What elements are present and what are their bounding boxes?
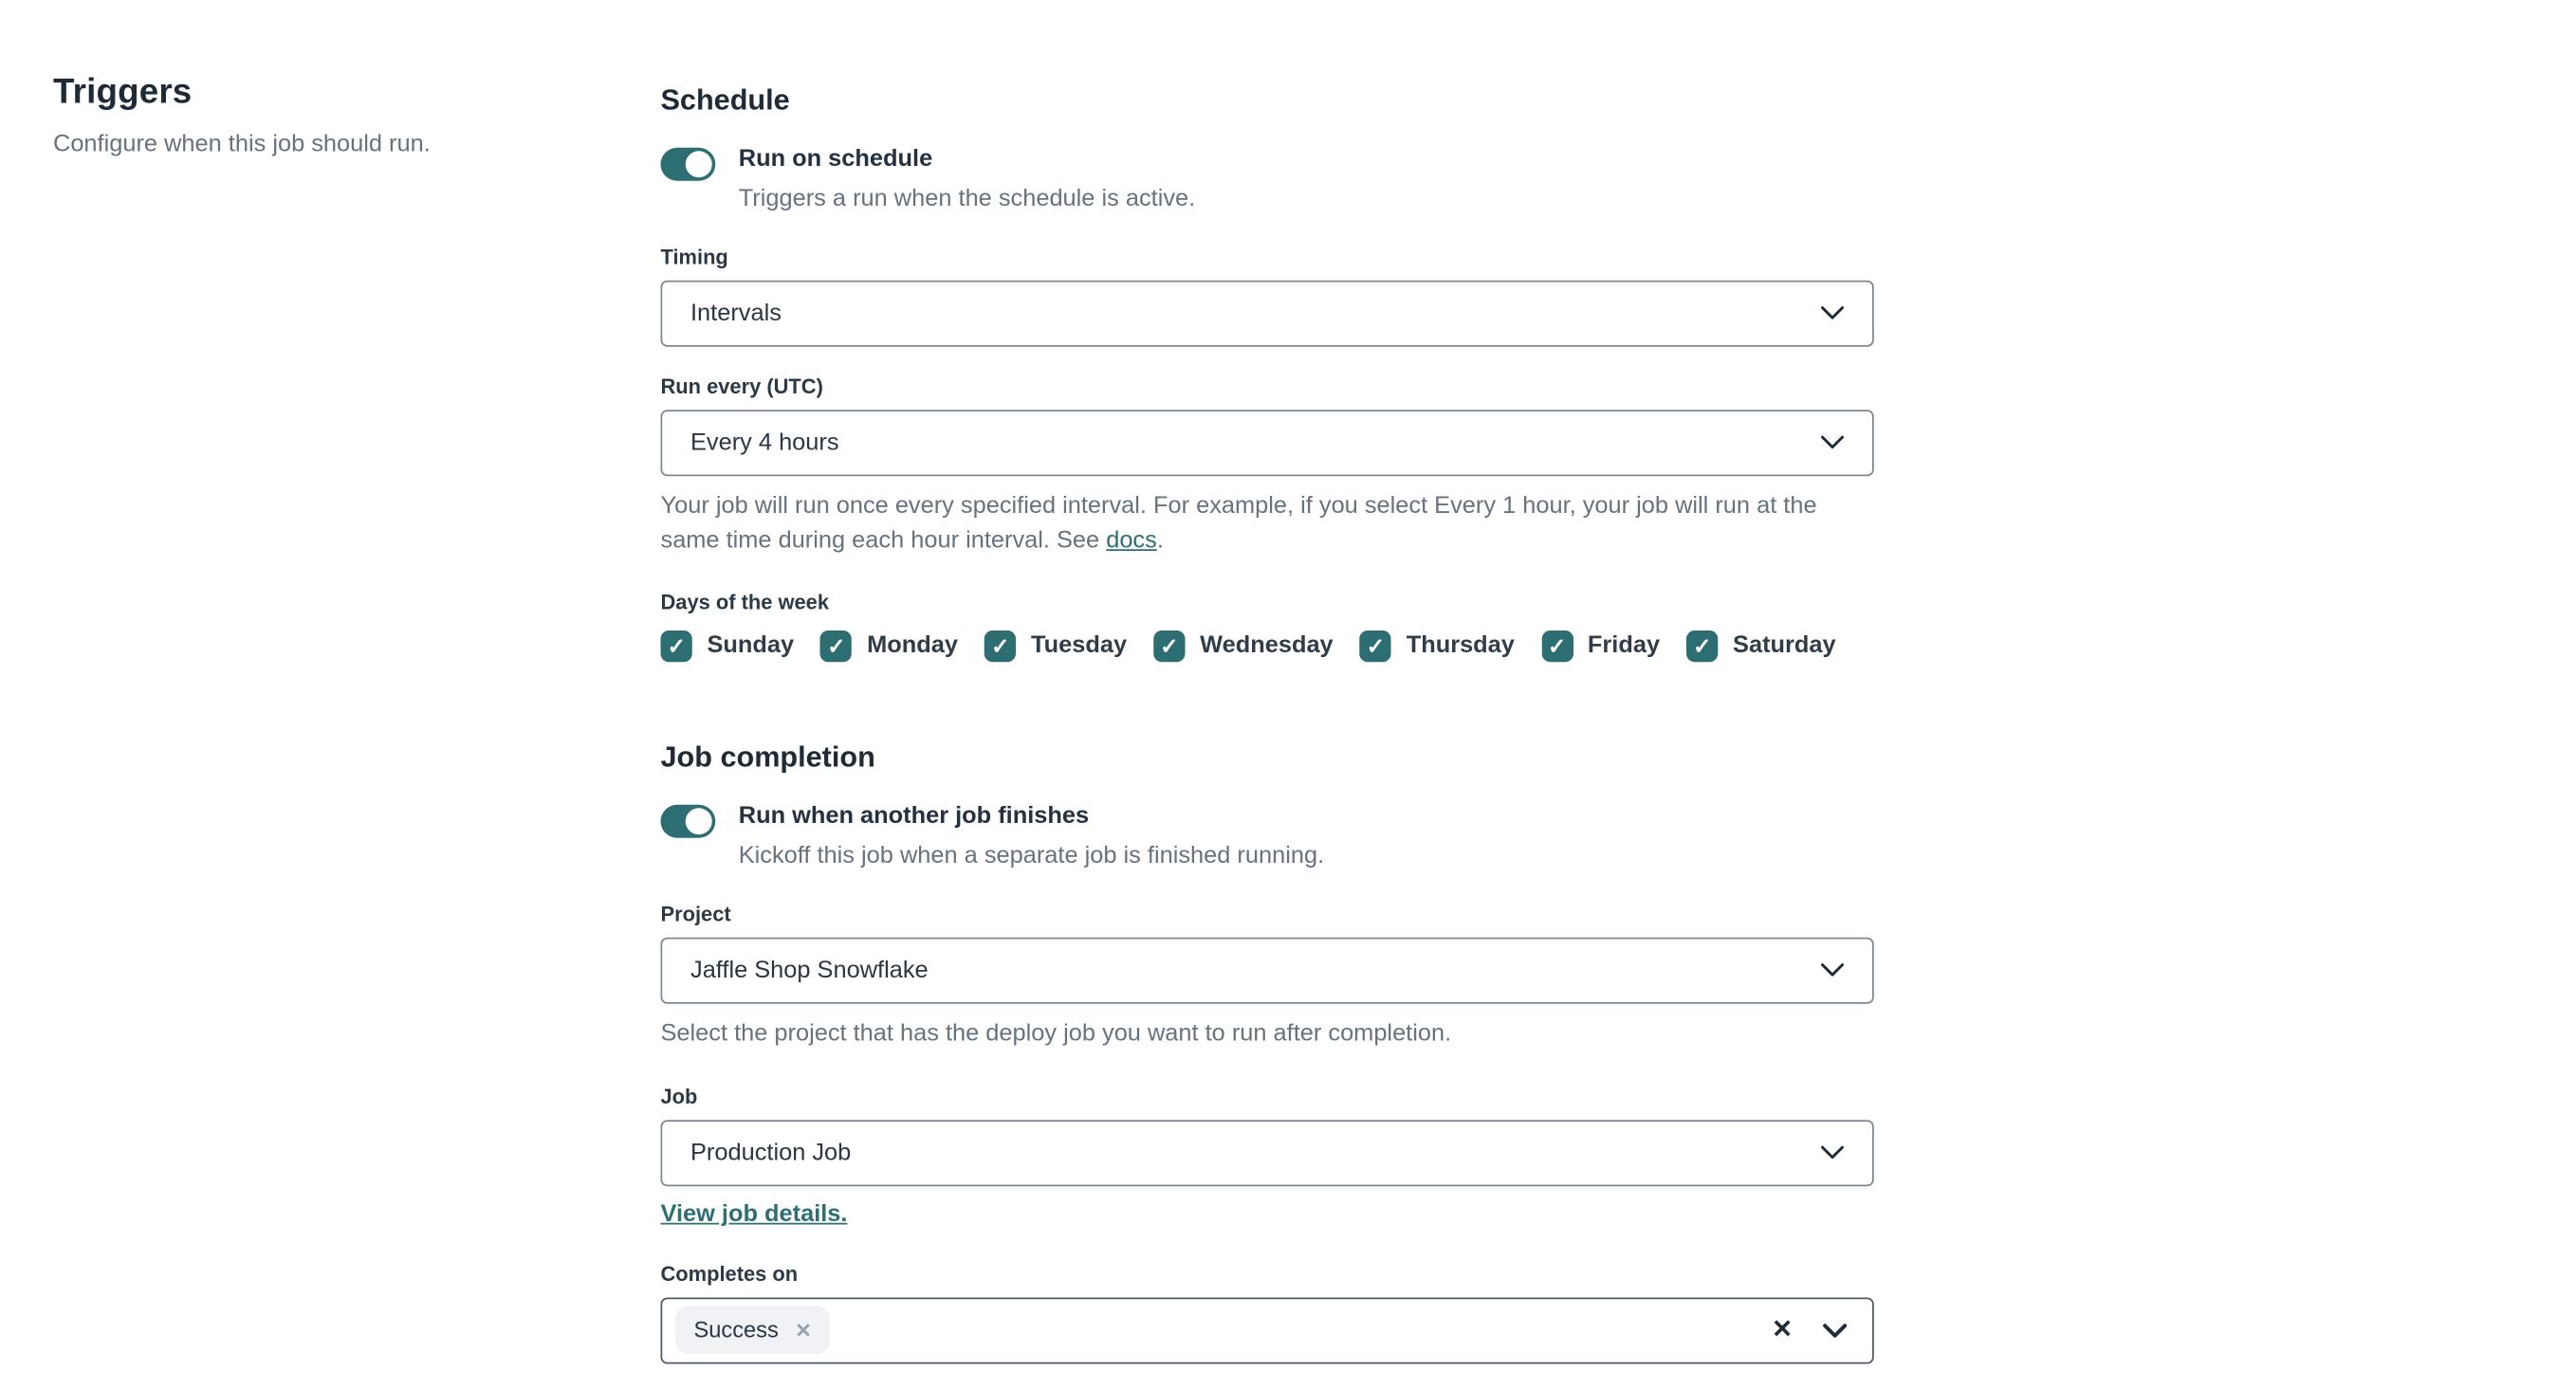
project-select[interactable]: Jaffle Shop Snowflake [660,937,1874,1004]
job-label: Job [660,1084,698,1108]
run-every-label: Run every (UTC) [660,375,823,398]
project-select-value: Jaffle Shop Snowflake [690,957,929,984]
schedule-heading: Schedule [660,82,790,117]
checkbox-checked-icon: ✓ [1359,630,1391,662]
selected-value-chip: Success ✕ [675,1306,831,1355]
chip-label: Success [693,1317,779,1343]
run-every-select-value: Every 4 hours [690,429,839,456]
day-label: Saturday [1733,632,1836,660]
timing-select[interactable]: Intervals [660,280,1874,347]
checkbox-checked-icon: ✓ [984,630,1017,662]
check-glyph: ✓ [991,633,1010,659]
job-select-value: Production Job [690,1139,852,1166]
day-checkbox-tuesday[interactable]: ✓ Tuesday [984,630,1128,662]
run-on-schedule-text: Run on schedule Triggers a run when the … [739,146,1195,215]
day-label: Tuesday [1031,632,1128,660]
chevron-down-icon [1821,963,1844,977]
form-panel: Schedule Run on schedule Triggers a run … [660,0,1874,1389]
chip-remove-icon[interactable]: ✕ [795,1320,812,1340]
chevron-down-icon[interactable] [1823,1322,1848,1339]
run-when-job-finishes-toggle[interactable] [660,804,716,838]
run-every-help: Your job will run once every specified i… [661,489,1865,559]
check-glyph: ✓ [1366,633,1385,659]
page-subtitle: Configure when this job should run. [53,131,431,158]
toggle-description: Triggers a run when the schedule is acti… [738,186,1196,213]
days-of-week-label: Days of the week [660,590,830,614]
run-every-select[interactable]: Every 4 hours [660,409,1874,476]
checkbox-checked-icon: ✓ [660,630,692,662]
days-of-week-row: ✓ Sunday ✓ Monday ✓ Tuesday ✓ Wednesday … [660,630,1874,662]
chevron-down-icon [1821,436,1844,449]
day-checkbox-friday[interactable]: ✓ Friday [1540,630,1661,662]
left-panel: Triggers Configure when this job should … [0,0,661,1389]
day-checkbox-monday[interactable]: ✓ Monday [820,630,959,662]
toggle-label: Run when another job finishes [738,802,1090,830]
docs-link[interactable]: docs [1106,527,1157,554]
view-job-details-link[interactable]: View job details. [661,1200,848,1227]
chevron-down-icon [1821,1145,1844,1160]
day-label: Thursday [1406,632,1515,660]
day-checkbox-sunday[interactable]: ✓ Sunday [660,630,795,662]
checkbox-checked-icon: ✓ [1153,630,1186,662]
check-glyph: ✓ [667,633,686,659]
page-title: Triggers [53,73,193,112]
run-when-job-finishes-text: Run when another job finishes Kickoff th… [739,803,1324,872]
day-checkbox-thursday[interactable]: ✓ Thursday [1359,630,1515,662]
day-checkbox-saturday[interactable]: ✓ Saturday [1686,630,1836,662]
day-checkbox-wednesday[interactable]: ✓ Wednesday [1153,630,1334,662]
check-glyph: ✓ [827,633,846,659]
check-glyph: ✓ [1160,633,1179,659]
chevron-down-icon [1821,306,1844,320]
run-when-job-finishes-row: Run when another job finishes Kickoff th… [660,803,1874,872]
run-on-schedule-toggle[interactable] [660,147,716,181]
checkbox-checked-icon: ✓ [1686,630,1719,662]
day-label: Wednesday [1200,632,1334,660]
check-glyph: ✓ [1547,633,1567,659]
day-label: Sunday [707,632,795,660]
check-glyph: ✓ [1693,633,1712,659]
run-on-schedule-row: Run on schedule Triggers a run when the … [660,146,1874,215]
project-label: Project [660,902,731,925]
help-suffix: . [1156,527,1164,555]
checkbox-checked-icon: ✓ [1540,630,1573,662]
page: Triggers Configure when this job should … [0,0,2576,1389]
completes-on-label: Completes on [660,1262,799,1286]
day-label: Monday [867,632,959,660]
checkbox-checked-icon: ✓ [820,630,853,662]
job-completion-heading: Job completion [660,740,875,774]
job-select[interactable]: Production Job [660,1119,1874,1186]
timing-select-value: Intervals [690,300,782,327]
completes-on-multiselect[interactable]: Success ✕ ✕ [660,1296,1874,1363]
toggle-label: Run on schedule [738,146,933,173]
timing-label: Timing [660,245,728,269]
toggle-description: Kickoff this job when a separate job is … [738,843,1325,870]
multiselect-controls: ✕ [1772,1318,1848,1343]
clear-all-icon[interactable]: ✕ [1772,1318,1793,1343]
project-help: Select the project that has the deploy j… [660,1019,1452,1047]
day-label: Friday [1587,632,1661,660]
help-prefix: Your job will run once every specified i… [660,492,1817,555]
